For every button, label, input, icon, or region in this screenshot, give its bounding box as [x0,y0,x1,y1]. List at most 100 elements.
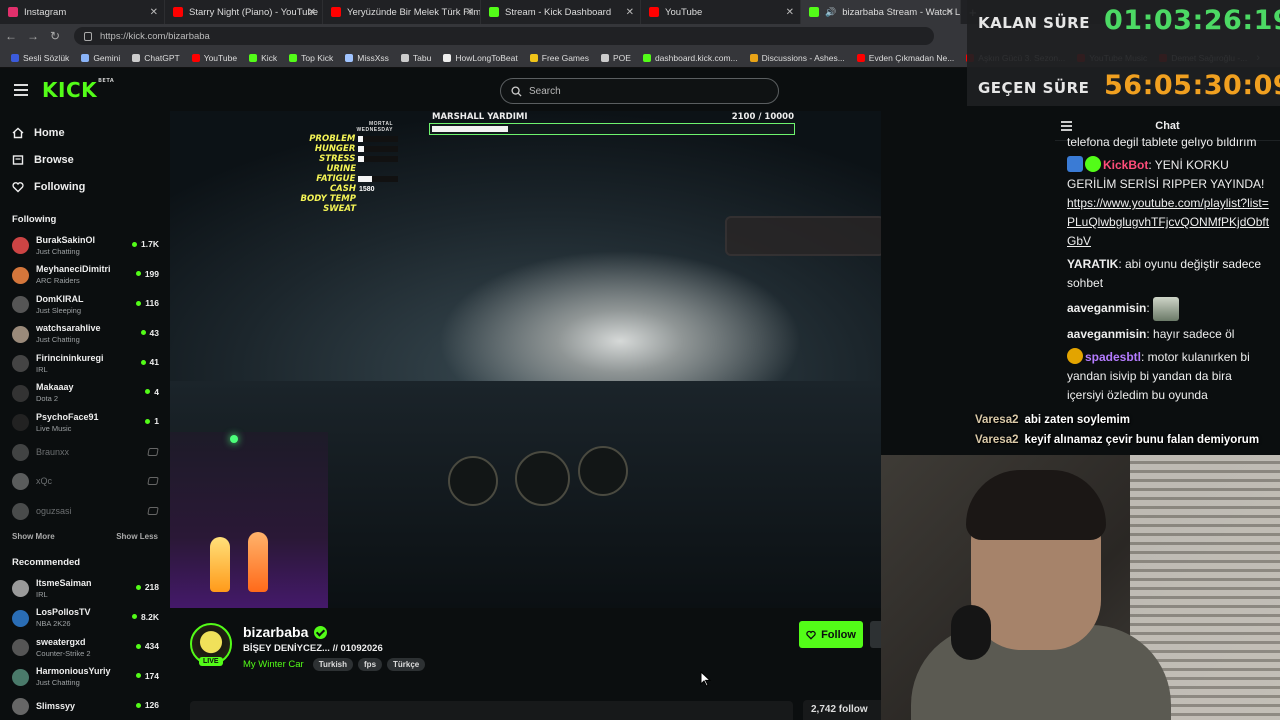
bookmark-item[interactable]: HowLongToBeat [438,53,522,63]
forward-icon[interactable]: → [22,29,44,43]
gift-button[interactable] [870,621,881,648]
browser-tab[interactable]: Instagram ✕ [0,0,165,24]
gauge [578,446,628,496]
show-less-button[interactable]: Show Less [116,532,158,541]
viewer-count: 1 [145,416,159,426]
nav-home[interactable]: Home [0,119,170,146]
stream-tag[interactable]: fps [358,658,383,671]
chat-panel: Chat telefona degil tablete gelıyo bıldı… [1055,111,1280,455]
bookmark-item[interactable]: Free Games [525,53,594,63]
hud-stat-bar [358,156,398,162]
sidebar-channel[interactable]: BurakSakinOl Just Chatting 1.7K [0,231,170,261]
sidebar-channel[interactable]: watchsarahlive Just Chatting 43 [0,320,170,350]
chat-text: telefona degil tablete gelıyo bıldırım [1067,135,1257,149]
elapsed-value: 56:05:30:09 [1104,70,1280,101]
sidebar-channel[interactable]: Makaaay Dota 2 4 [0,379,170,409]
close-tab-icon[interactable]: ✕ [946,7,954,18]
search-input[interactable]: Search [500,78,779,104]
chat-messages: telefona degil tablete gelıyo bıldırım K… [1055,133,1280,405]
close-tab-icon[interactable]: ✕ [466,7,474,18]
follow-button[interactable]: Follow [799,621,863,648]
bookmark-item[interactable]: Evden Çıkmadan Ne... [852,53,960,63]
sidebar-channel[interactable]: Firincininkuregi IRL 41 [0,349,170,379]
nav-label: Home [34,126,65,139]
stream-tag[interactable]: Turkish [312,658,354,671]
browser-tab[interactable]: Stream - Kick Dashboard ✕ [481,0,641,24]
bookmark-item[interactable]: YouTube [187,53,242,63]
bookmark-item[interactable]: Sesli Sözlük [6,53,74,63]
overlay-chat-line: Varesa2 abi zaten soylemim [975,410,1259,430]
chat-username[interactable]: KickBot [1103,158,1148,172]
channel-name: DomKIRAL [36,293,84,304]
tab-label: YouTube [665,6,703,18]
menu-icon[interactable] [14,81,28,99]
sidebar-channel[interactable]: DomKIRAL Just Sleeping 116 [0,290,170,320]
search-placeholder: Search [529,85,561,97]
bookmark-item[interactable]: Discussions - Ashes... [745,53,850,63]
sidebar-channel[interactable]: HarmoniousYuriy Just Chatting 174 [0,663,170,693]
stream-category-row: My Winter Car Turkish fps Türkçe [243,658,426,671]
collapse-chat-icon[interactable] [1061,121,1072,133]
hud-stat-label: STRESS [319,154,356,164]
chat-username[interactable]: aaveganmisin [1067,301,1146,315]
chat-username[interactable]: aaveganmisin [1067,327,1146,341]
bookmark-item[interactable]: POE [596,53,636,63]
channel-avatar [12,698,29,716]
sidebar-channel[interactable]: LosPollosTV NBA 2K26 8.2K [0,604,170,634]
sidebar-channel[interactable]: sweatergxd Counter-Strike 2 434 [0,633,170,663]
hud-stats: MORTAL WEDNESDAY PROBLEM HUNGER STRESS URIN… [288,121,398,214]
viewer-count-value: 4 [154,386,159,397]
sidebar-channel[interactable]: Slimssyy 126 [0,692,170,720]
sidebar-channel[interactable]: MeyhaneciDimitri ARC Raiders 199 [0,261,170,291]
close-tab-icon[interactable]: ✕ [150,7,158,18]
chat-link[interactable]: https://www.youtube.com/playlist?list=PL… [1067,196,1269,248]
chat-username[interactable]: spadesbtl [1085,350,1141,364]
hud-stat-label: CASH [329,184,356,194]
back-icon[interactable]: ← [0,29,22,43]
sidebar-channel-offline[interactable]: xQc [0,467,170,497]
bookmark-item[interactable]: Kick [244,53,282,63]
url-field[interactable]: https://kick.com/bizarbaba [74,27,934,45]
close-tab-icon[interactable]: ✕ [786,7,794,18]
rearview-mirror [725,216,881,256]
lava-lamp [210,537,230,592]
hud-stat-bar [358,176,398,182]
channel-info: Braunxx [36,447,69,458]
stream-tag[interactable]: Türkçe [387,658,426,671]
sidebar-channel[interactable]: ItsmeSaiman IRL 218 [0,574,170,604]
sidebar-channel-offline[interactable]: oguzsasi [0,497,170,527]
channel-name[interactable]: bizarbaba [243,624,308,640]
browser-tab[interactable]: Starry Night (Piano) - YouTube ✕ [165,0,323,24]
video-player[interactable]: MARSHALL YARDIMI 2100 / 10000 MORTAL WED… [170,111,881,608]
browser-tab[interactable]: Yeryüzünde Bir Melek Türk Filmi | ✕ [323,0,481,24]
browser-tab-active[interactable]: 🔊 bizarbaba Stream - Watch Li ✕ [801,0,961,24]
bookmark-favicon-icon [642,53,651,62]
channel-avatar [12,266,29,284]
sidebar-channel-offline[interactable]: Braunxx [0,438,170,468]
channel-name: sweatergxd [36,636,86,647]
viewer-count-value: 1.7K [141,239,159,249]
sidebar-channel[interactable]: PsychoFace91 Live Music 1 [0,408,170,438]
nav-following[interactable]: Following [0,173,170,200]
green-light [230,435,238,443]
stream-category[interactable]: My Winter Car [243,659,304,670]
kick-logo[interactable]: KICKBETA [42,78,114,102]
bookmark-item[interactable]: dashboard.kick.com... [638,53,743,63]
close-tab-icon[interactable]: ✕ [308,7,316,18]
close-tab-icon[interactable]: ✕ [626,7,634,18]
nav-browse[interactable]: Browse [0,146,170,173]
bookmark-item[interactable]: ChatGPT [127,53,184,63]
show-more-button[interactable]: Show More [12,532,55,541]
reload-icon[interactable]: ↻ [44,29,66,43]
chat-username[interactable]: YARATIK [1067,257,1118,271]
browser-tab[interactable]: YouTube ✕ [641,0,801,24]
bookmark-item[interactable]: MissXss [340,53,394,63]
home-icon [12,127,24,138]
channel-name-row: bizarbaba [243,624,328,640]
hud-stat-bar [358,136,398,142]
bookmark-item[interactable]: Tabu [396,53,436,63]
bookmark-item[interactable]: Gemini [76,53,125,63]
channel-category: Live Music [36,423,72,433]
live-dot-icon [135,584,141,590]
bookmark-item[interactable]: Top Kick [284,53,338,63]
